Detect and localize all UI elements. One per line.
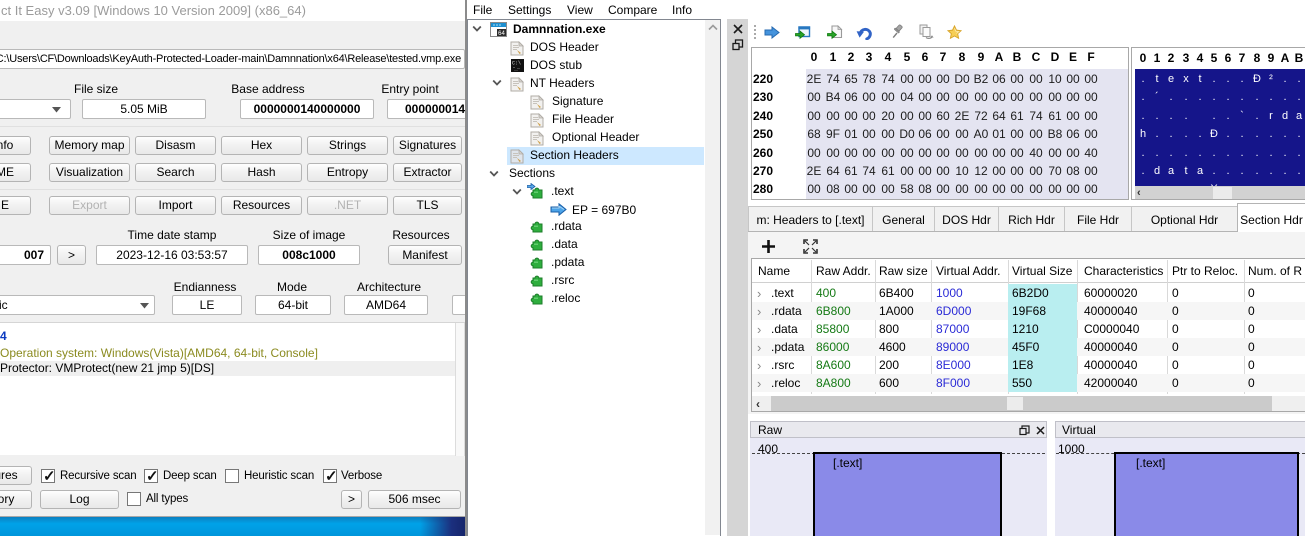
svg-text:64: 64 — [498, 31, 505, 37]
svg-text:C:\: C:\ — [512, 61, 521, 67]
